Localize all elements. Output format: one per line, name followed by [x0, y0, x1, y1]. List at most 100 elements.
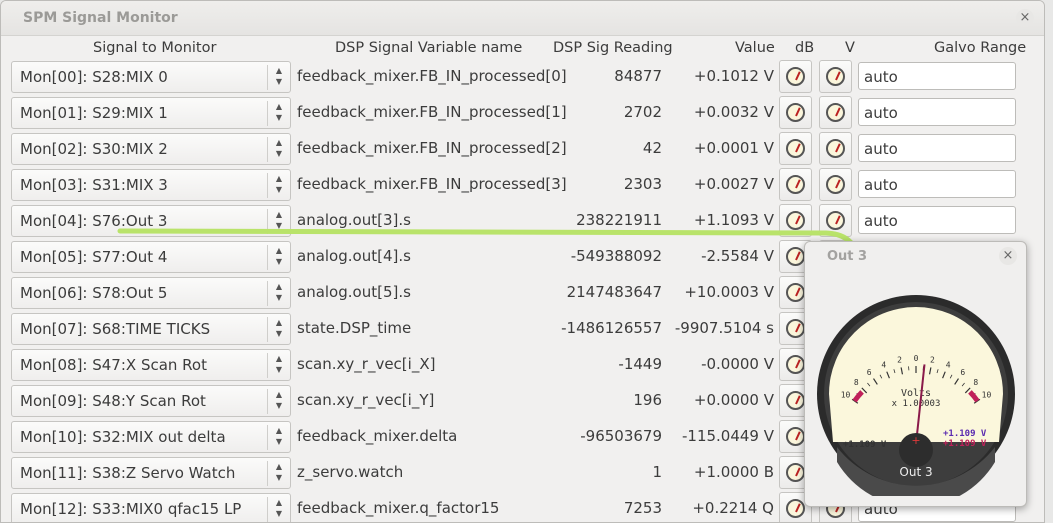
signal-select[interactable]: Mon[11]: S38:Z Servo Watch ▲ ▼: [11, 457, 291, 489]
db-meter-button[interactable]: [779, 168, 812, 201]
meter-readout-right-1: +1.109 V: [943, 429, 987, 439]
signal-select-label: Mon[00]: S28:MIX 0: [20, 68, 168, 86]
close-popup-button[interactable]: ×: [999, 247, 1017, 265]
meter-dial-icon: [826, 103, 845, 122]
db-meter-button[interactable]: [779, 60, 812, 93]
dsp-variable-name: feedback_mixer.delta: [297, 427, 458, 445]
galvo-range-value: auto: [864, 212, 898, 230]
galvo-range-input[interactable]: auto: [858, 134, 1016, 162]
meter-unit-label: Volts: [901, 388, 931, 399]
galvo-range-input[interactable]: auto: [858, 98, 1016, 126]
meter-dial-icon: [786, 175, 805, 194]
signal-select[interactable]: Mon[00]: S28:MIX 0 ▲ ▼: [11, 61, 291, 93]
meter-tick-label: 4: [881, 360, 886, 369]
spinner-arrows-icon[interactable]: ▲ ▼: [267, 317, 290, 342]
meter-popup: Out 3 × 10 8 6 4 2 0 2 4 6 8 10 Volts x 1.00003 +1…: [804, 241, 1027, 507]
signal-value: +10.0003 V: [684, 283, 774, 301]
header-db: dB: [795, 40, 815, 56]
signal-select[interactable]: Mon[03]: S31:MIX 3 ▲ ▼: [11, 169, 291, 201]
spinner-arrows-icon[interactable]: ▲ ▼: [267, 65, 290, 90]
signal-value: +0.0001 V: [693, 139, 774, 157]
signal-select[interactable]: Mon[12]: S33:MIX0 qfac15 LP ▲ ▼: [11, 493, 291, 522]
galvo-range-value: auto: [864, 104, 898, 122]
spinner-arrows-icon[interactable]: ▲ ▼: [267, 281, 290, 306]
header-galvo: Galvo Range: [934, 40, 1027, 56]
signal-value: +0.2214 Q: [692, 499, 774, 517]
meter-tick-label: 6: [867, 368, 872, 377]
close-window-button[interactable]: ×: [1016, 9, 1034, 27]
volt-meter-button[interactable]: [819, 132, 852, 165]
signal-value: +1.1093 V: [693, 211, 774, 229]
signal-select-label: Mon[08]: S47:X Scan Rot: [20, 356, 207, 374]
galvo-range-value: auto: [864, 68, 898, 86]
meter-readout-left: +1.109 V: [843, 440, 887, 450]
meter-dial-icon: [786, 319, 805, 338]
signal-value: -115.0449 V: [681, 427, 774, 445]
signal-select[interactable]: Mon[08]: S47:X Scan Rot ▲ ▼: [11, 349, 291, 381]
meter-dial-icon: [826, 139, 845, 158]
signal-row: Mon[04]: S76:Out 3 ▲ ▼ analog.out[3].s 23822…: [1, 203, 1044, 239]
meter-name-label: Out 3: [899, 465, 932, 479]
signal-select[interactable]: Mon[05]: S77:Out 4 ▲ ▼: [11, 241, 291, 273]
signal-value: -9907.5104 s: [674, 319, 774, 337]
dsp-variable-name: analog.out[4].s: [297, 247, 411, 265]
db-meter-button[interactable]: [779, 204, 812, 237]
signal-select-label: Mon[06]: S78:Out 5: [20, 284, 168, 302]
signal-select[interactable]: Mon[02]: S30:MIX 2 ▲ ▼: [11, 133, 291, 165]
signal-value: +0.0000 V: [693, 391, 774, 409]
spinner-arrows-icon[interactable]: ▲ ▼: [267, 245, 290, 270]
window-title: SPM Signal Monitor: [23, 10, 178, 26]
header-signal: Signal to Monitor: [93, 40, 217, 56]
signal-select[interactable]: Mon[10]: S32:MIX out delta ▲ ▼: [11, 421, 291, 453]
spinner-arrows-icon[interactable]: ▲ ▼: [267, 497, 290, 522]
analog-meter: 10 8 6 4 2 0 2 4 6 8 10 Volts x 1.00003 +1.109 V +…: [815, 292, 1017, 506]
signal-select-label: Mon[01]: S29:MIX 1: [20, 104, 168, 122]
meter-dial-icon: [786, 103, 805, 122]
dsp-variable-name: feedback_mixer.FB_IN_processed[0]: [297, 67, 567, 85]
spinner-arrows-icon[interactable]: ▲ ▼: [267, 425, 290, 450]
spinner-arrows-icon[interactable]: ▲ ▼: [267, 389, 290, 414]
signal-select[interactable]: Mon[07]: S68:TIME TICKS ▲ ▼: [11, 313, 291, 345]
meter-tick-label: 10: [982, 391, 992, 400]
dsp-variable-name: analog.out[5].s: [297, 283, 411, 301]
meter-dial-icon: [826, 211, 845, 230]
galvo-range-input[interactable]: auto: [858, 170, 1016, 198]
volt-meter-button[interactable]: [819, 60, 852, 93]
signal-select[interactable]: Mon[01]: S29:MIX 1 ▲ ▼: [11, 97, 291, 129]
dsp-variable-name: scan.xy_r_vec[i_Y]: [297, 391, 435, 409]
spinner-arrows-icon[interactable]: ▲ ▼: [267, 173, 290, 198]
signal-select[interactable]: Mon[06]: S78:Out 5 ▲ ▼: [11, 277, 291, 309]
dsp-variable-name: state.DSP_time: [297, 319, 412, 337]
meter-readout-right-2: +1.109 V: [943, 439, 987, 449]
volt-meter-button[interactable]: [819, 204, 852, 237]
meter-dial-icon: [786, 391, 805, 410]
header-varname: DSP Signal Variable name: [335, 40, 523, 56]
spinner-arrows-icon[interactable]: ▲ ▼: [267, 209, 290, 234]
meter-tick-label: 8: [854, 378, 859, 387]
meter-dial-icon: [786, 463, 805, 482]
meter-dial-icon: [826, 175, 845, 194]
signal-select[interactable]: Mon[04]: S76:Out 3 ▲ ▼: [11, 205, 291, 237]
dsp-sig-reading: 1: [652, 463, 662, 481]
volt-meter-button[interactable]: [819, 168, 852, 201]
galvo-range-value: auto: [864, 176, 898, 194]
popup-title: Out 3: [827, 249, 868, 264]
dsp-variable-name: z_servo.watch: [297, 463, 404, 481]
signal-row: Mon[03]: S31:MIX 3 ▲ ▼ feedback_mixer.FB_IN…: [1, 167, 1044, 203]
spinner-arrows-icon[interactable]: ▲ ▼: [267, 461, 290, 486]
signal-select[interactable]: Mon[09]: S48:Y Scan Rot ▲ ▼: [11, 385, 291, 417]
volt-meter-button[interactable]: [819, 96, 852, 129]
meter-dial-icon: [786, 427, 805, 446]
galvo-range-input[interactable]: auto: [858, 62, 1016, 90]
db-meter-button[interactable]: [779, 132, 812, 165]
spinner-arrows-icon[interactable]: ▲ ▼: [267, 353, 290, 378]
meter-tick-label: 10: [841, 391, 851, 400]
dsp-variable-name: feedback_mixer.FB_IN_processed[3]: [297, 175, 567, 193]
meter-dial-icon: [786, 67, 805, 86]
db-meter-button[interactable]: [779, 96, 812, 129]
dsp-variable-name: analog.out[3].s: [297, 211, 411, 229]
galvo-range-input[interactable]: auto: [858, 206, 1016, 234]
dsp-sig-reading: -549388092: [570, 247, 662, 265]
spinner-arrows-icon[interactable]: ▲ ▼: [267, 101, 290, 126]
spinner-arrows-icon[interactable]: ▲ ▼: [267, 137, 290, 162]
